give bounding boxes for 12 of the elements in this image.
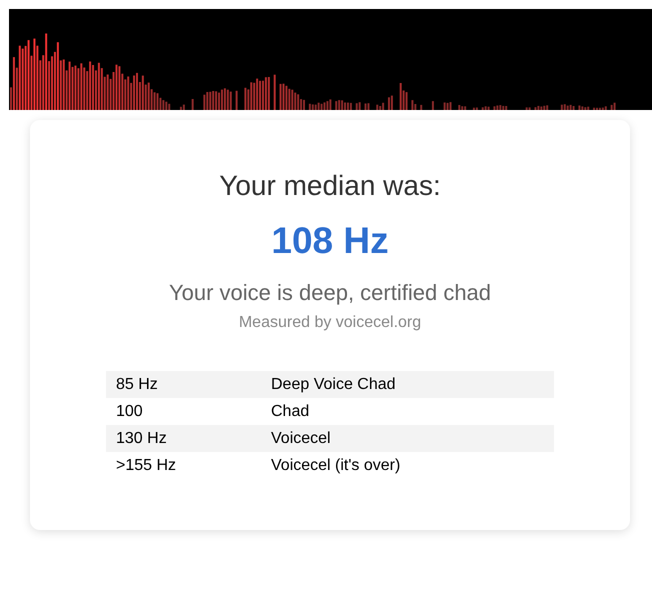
frequency-cell: >155 Hz bbox=[116, 456, 176, 474]
median-value: 108 Hz bbox=[271, 219, 389, 263]
frequency-cell: 130 Hz bbox=[116, 430, 167, 446]
category-cell: Voicecel bbox=[271, 430, 331, 448]
frequency-cell: 100 bbox=[116, 402, 143, 420]
credit-text: Measured by voicecel.org bbox=[238, 313, 422, 333]
verdict-text: Your voice is deep, certified chad bbox=[168, 279, 492, 307]
frequency-cell: 85 Hz bbox=[116, 376, 158, 392]
category-cell: Deep Voice Chad bbox=[271, 376, 396, 394]
category-cell: Voicecel (it's over) bbox=[271, 456, 400, 474]
category-cell: Chad bbox=[271, 402, 310, 420]
result-heading: Your median was: bbox=[219, 169, 441, 203]
